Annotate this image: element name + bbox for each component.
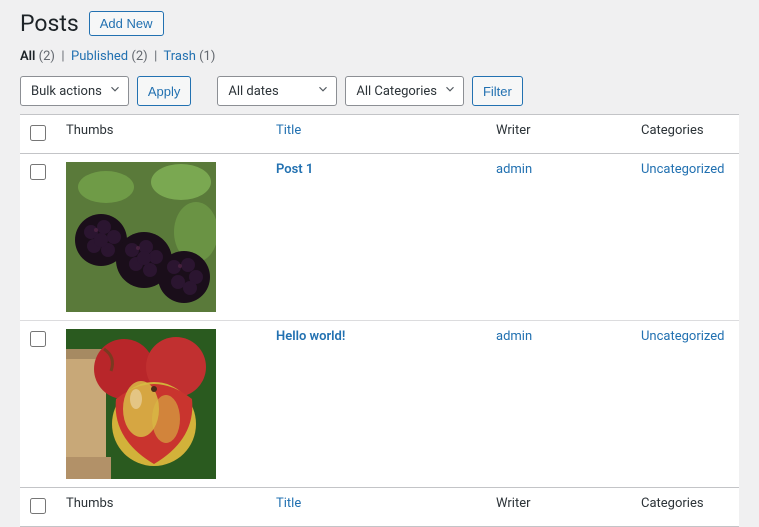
bulk-actions-select[interactable]: Bulk actions: [20, 76, 129, 106]
dates-select[interactable]: All dates: [217, 76, 337, 106]
col-writer: Writer: [486, 488, 631, 527]
row-title-link[interactable]: Post 1: [276, 162, 313, 177]
categories-select[interactable]: All Categories: [345, 76, 464, 106]
filter-trash-label: Trash: [164, 49, 196, 64]
filter-all-count: (2): [39, 49, 55, 64]
col-title[interactable]: Title: [266, 488, 486, 527]
row-writer-link[interactable]: admin: [496, 329, 532, 344]
row-category-link[interactable]: Uncategorized: [641, 329, 724, 344]
table-row: Hello world! admin Uncategorized: [20, 321, 739, 488]
col-categories: Categories: [631, 115, 739, 154]
row-checkbox[interactable]: [30, 331, 46, 347]
row-category-link[interactable]: Uncategorized: [641, 162, 724, 177]
apply-button[interactable]: Apply: [137, 76, 192, 106]
filter-trash[interactable]: Trash (1): [164, 49, 216, 64]
chevron-down-icon: [316, 82, 330, 100]
add-new-button[interactable]: Add New: [89, 11, 164, 36]
col-categories: Categories: [631, 488, 739, 527]
col-writer: Writer: [486, 115, 631, 154]
col-thumbs: Thumbs: [56, 488, 266, 527]
categories-label: All Categories: [356, 84, 437, 99]
bulk-actions-label: Bulk actions: [31, 84, 102, 99]
row-title-link[interactable]: Hello world!: [276, 329, 345, 344]
filter-published-count: (2): [131, 49, 147, 64]
filter-all-label: All: [20, 49, 35, 64]
chevron-down-icon: [443, 82, 457, 100]
col-thumbs: Thumbs: [56, 115, 266, 154]
col-title[interactable]: Title: [266, 115, 486, 154]
thumbnail-image: [66, 329, 216, 479]
page-title: Posts: [20, 10, 79, 37]
thumbnail-image: [66, 162, 216, 312]
filter-all[interactable]: All (2): [20, 49, 55, 64]
filter-trash-count: (1): [199, 49, 215, 64]
row-writer-link[interactable]: admin: [496, 162, 532, 177]
filter-published[interactable]: Published (2): [71, 49, 148, 64]
chevron-down-icon: [108, 82, 122, 100]
select-all-checkbox-bottom[interactable]: [30, 498, 46, 514]
filter-published-label: Published: [71, 49, 128, 64]
select-all-checkbox[interactable]: [30, 125, 46, 141]
dates-label: All dates: [228, 84, 278, 99]
table-row: Post 1 admin Uncategorized: [20, 154, 739, 321]
row-checkbox[interactable]: [30, 164, 46, 180]
posts-table: Thumbs Title Writer Categories: [20, 114, 739, 527]
view-filters: All (2) | Published (2) | Trash (1): [20, 49, 739, 64]
filter-button[interactable]: Filter: [472, 76, 523, 106]
